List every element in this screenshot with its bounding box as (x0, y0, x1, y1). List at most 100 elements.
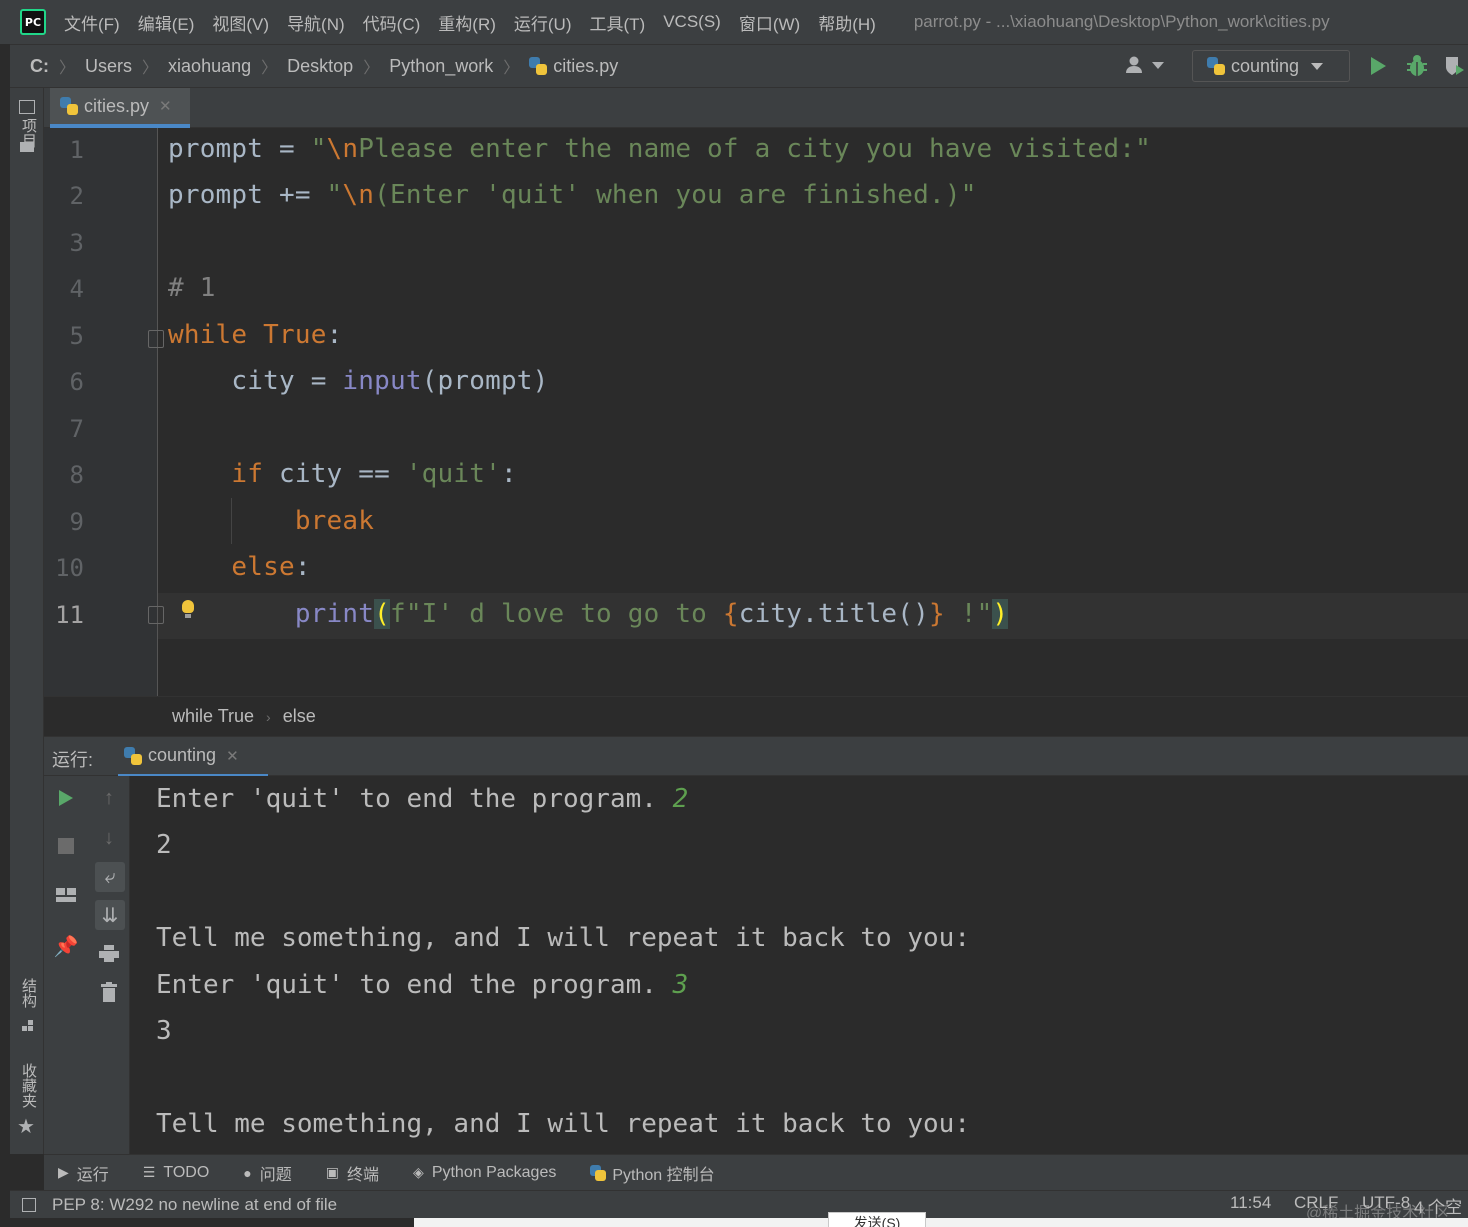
menu-code[interactable]: 代码(C) (363, 10, 421, 35)
arrow-up-icon: ↑ (104, 786, 114, 809)
menu-tools[interactable]: 工具(T) (590, 10, 646, 35)
scroll-to-end-icon: ⇊ (101, 904, 119, 927)
favorites-tool-label[interactable]: 收藏夹 (18, 1063, 39, 1108)
user-icon (1126, 56, 1142, 73)
print-icon (99, 945, 119, 962)
pin-tab-button[interactable]: 📌 (52, 932, 80, 960)
line-number: 3 (69, 229, 84, 257)
breadcrumb-drive[interactable]: C: (30, 56, 49, 77)
info-icon: ● (243, 1164, 252, 1181)
menu-run[interactable]: 运行(U) (514, 10, 572, 35)
clear-button[interactable] (95, 978, 123, 1006)
line-number: 1 (69, 136, 84, 164)
navigation-bar: C: 〉 Users 〉 xiaohuang 〉 Desktop 〉 Pytho… (10, 44, 1468, 88)
menu-navigate[interactable]: 导航(N) (287, 10, 345, 35)
run-tab-counting[interactable]: counting ✕ (118, 737, 268, 777)
pin-icon: 📌 (53, 935, 79, 958)
breadcrumb-xiaohuang[interactable]: xiaohuang (168, 56, 251, 77)
play-icon: ▶ (58, 1164, 69, 1180)
code-line-9: break (294, 506, 375, 536)
tool-todo[interactable]: ☰ TODO (143, 1164, 210, 1182)
menu-help[interactable]: 帮助(H) (818, 10, 876, 35)
line-number: 5 (69, 322, 84, 350)
close-icon[interactable]: ✕ (226, 747, 239, 765)
tool-terminal[interactable]: ▣ 终端 (326, 1161, 379, 1185)
star-icon: ★ (17, 1116, 35, 1138)
code-line-1: prompt = "\nPlease enter the name of a c… (168, 134, 1151, 164)
soft-wrap-button[interactable]: ⤶ (95, 862, 125, 892)
code-line-2: prompt += "\n(Enter 'quit' when you are … (168, 180, 977, 210)
tool-problems[interactable]: ● 问题 (243, 1161, 291, 1185)
menu-window[interactable]: 窗口(W) (739, 10, 800, 35)
line-number: 9 (69, 508, 84, 536)
python-file-icon (529, 57, 548, 75)
breadcrumb-desktop[interactable]: Desktop (287, 56, 353, 77)
layout-button[interactable] (52, 882, 80, 910)
tool-python-console[interactable]: Python 控制台 (590, 1161, 715, 1185)
line-number: 4 (69, 275, 84, 303)
code-line-4: # 1 (168, 273, 216, 303)
scroll-down-button[interactable]: ↓ (95, 824, 123, 852)
python-icon (590, 1164, 607, 1181)
line-number-current: 11 (55, 601, 84, 629)
chevron-right-icon: 〉 (142, 60, 159, 77)
console-line: Tell me something, and I will repeat it … (156, 1109, 970, 1139)
stop-button[interactable] (52, 832, 80, 860)
soft-wrap-icon: ⤶ (104, 865, 116, 888)
scroll-up-button[interactable]: ↑ (95, 784, 123, 812)
list-icon: ☰ (142, 1164, 156, 1180)
scroll-to-end-button[interactable]: ⇊ (95, 900, 125, 930)
python-icon (1207, 57, 1225, 75)
chevron-right-icon: 〉 (261, 60, 278, 77)
caret-position[interactable]: 11:54 (1230, 1193, 1271, 1213)
chevron-right-icon: 〉 (59, 60, 76, 77)
trash-icon (101, 982, 117, 1002)
code-line-10: else: (231, 552, 311, 582)
run-console[interactable]: Enter 'quit' to end the program. 2 2 Tel… (130, 776, 1468, 1154)
bug-icon (1407, 55, 1427, 76)
fold-marker-icon[interactable] (148, 606, 164, 624)
print-button[interactable] (95, 940, 123, 968)
rerun-button[interactable] (52, 784, 80, 812)
chevron-down-icon (1152, 61, 1164, 69)
coverage-button[interactable] (1444, 55, 1464, 82)
code-editor[interactable]: 1 2 3 4 5 6 7 8 9 10 11 prompt = "\nPlea… (44, 128, 1468, 696)
menu-vcs[interactable]: VCS(S) (663, 12, 721, 32)
window-icon[interactable] (22, 1197, 36, 1212)
chevron-down-icon (1311, 62, 1324, 70)
run-button[interactable] (1368, 55, 1388, 82)
breadcrumb-users[interactable]: Users (85, 56, 132, 77)
fold-marker-icon[interactable] (148, 330, 164, 348)
code-line-8: if city == 'quit': (231, 459, 517, 489)
breadcrumb-cities-py[interactable]: cities.py (553, 56, 618, 77)
structure-tool-label[interactable]: 结构 (18, 978, 39, 1008)
python-icon (124, 746, 142, 765)
window-title: parrot.py - ...\xiaohuang\Desktop\Python… (913, 12, 1330, 31)
tool-python-packages[interactable]: ◈ Python Packages (413, 1164, 556, 1182)
console-line: Tell me something, and I will repeat it … (156, 923, 970, 953)
background-window: 发送(S) (414, 1212, 1468, 1227)
menu-view[interactable]: 视图(V) (212, 10, 269, 35)
line-number: 2 (69, 182, 84, 210)
editor-tab-bar: cities.py ✕ (44, 88, 1468, 128)
tab-label: cities.py (84, 95, 150, 116)
bottom-tool-bar: ▶ 运行 ☰ TODO ● 问题 ▣ 终端 ◈ Python Packages Pytho… (44, 1154, 1468, 1190)
menu-file[interactable]: 文件(F) (64, 10, 120, 35)
run-config-selector[interactable]: counting (1192, 50, 1350, 82)
tool-run[interactable]: ▶ 运行 (58, 1161, 109, 1185)
crumb-else[interactable]: else (283, 706, 316, 727)
account-button[interactable] (1126, 55, 1164, 75)
line-number: 6 (69, 368, 84, 396)
menu-refactor[interactable]: 重构(R) (438, 10, 496, 35)
send-button[interactable]: 发送(S) (828, 1212, 926, 1227)
crumb-while-true[interactable]: while True (172, 706, 254, 727)
window-left-edge (0, 88, 10, 1227)
python-file-icon (60, 97, 78, 115)
close-icon[interactable]: ✕ (159, 97, 172, 115)
folder-icon (20, 142, 34, 152)
tab-cities-py[interactable]: cities.py ✕ (50, 88, 190, 128)
code-line-11: print(f"I' d love to go to {city.title()… (294, 599, 1009, 629)
breadcrumb-python-work[interactable]: Python_work (389, 56, 493, 77)
debug-button[interactable] (1406, 54, 1428, 83)
menu-edit[interactable]: 编辑(E) (138, 10, 195, 35)
